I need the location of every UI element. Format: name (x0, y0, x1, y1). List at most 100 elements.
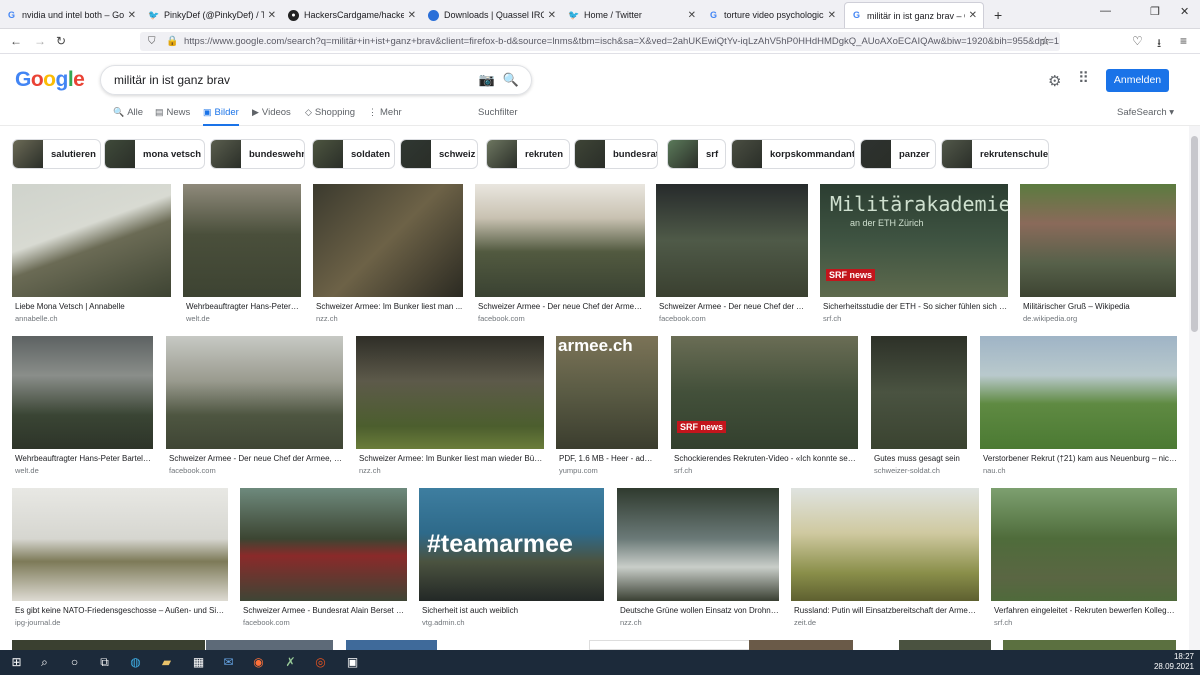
result-source[interactable]: ipg-journal.de (15, 618, 60, 627)
app-icon[interactable]: ✗ (282, 654, 299, 671)
result-source[interactable]: srf.ch (823, 314, 841, 323)
result-source[interactable]: welt.de (186, 314, 210, 323)
result-source[interactable]: yumpu.com (559, 466, 598, 475)
result-source[interactable]: srf.ch (994, 618, 1012, 627)
image-result[interactable]: Russland: Putin will Einsatzbereitschaft… (791, 488, 979, 641)
result-title[interactable]: PDF, 1.6 MB - Heer - admin... (559, 454, 658, 463)
result-thumbnail[interactable] (980, 336, 1177, 449)
search-icon[interactable]: ⌕ (36, 654, 53, 671)
task-view-icon[interactable]: ⧉ (96, 654, 113, 671)
image-result[interactable]: Schweizer Armee: Im Bunker liest man wie… (356, 336, 544, 489)
image-result[interactable]: Liebe Mona Vetsch | Annabelle annabelle.c… (12, 184, 171, 337)
result-title[interactable]: Sicherheit ist auch weiblich (422, 606, 604, 615)
result-thumbnail[interactable] (12, 184, 171, 297)
result-title[interactable]: Wehrbeauftragter Hans-Peter Bartels ... (186, 302, 301, 311)
result-title[interactable]: Verfahren eingeleitet - Rekruten bewerfe… (994, 606, 1177, 615)
result-source[interactable]: facebook.com (169, 466, 216, 475)
image-result[interactable]: Es gibt keine NATO-Friedensgeschosse – A… (12, 488, 228, 641)
edge-icon[interactable]: ◍ (127, 654, 144, 671)
result-source[interactable]: facebook.com (478, 314, 525, 323)
image-result[interactable]: #teamarmee Sicherheit ist auch weiblich vt… (419, 488, 604, 641)
ubuntu-icon[interactable]: ◎ (312, 654, 329, 671)
result-source[interactable]: annabelle.ch (15, 314, 58, 323)
result-title[interactable]: Es gibt keine NATO-Friedensgeschosse – A… (15, 606, 228, 615)
result-thumbnail[interactable] (1020, 184, 1176, 297)
result-title[interactable]: Verstorbener Rekrut (†21) kam aus Neuenb… (983, 454, 1177, 463)
result-title[interactable]: Schweizer Armee: Im Bunker liest man wie… (359, 454, 544, 463)
result-source[interactable]: nau.ch (983, 466, 1006, 475)
result-source[interactable]: nzz.ch (620, 618, 642, 627)
result-thumbnail[interactable]: Militärakademie an der ETH Zürich SRF news (820, 184, 1008, 297)
result-source[interactable]: nzz.ch (316, 314, 338, 323)
image-result[interactable]: Schweizer Armee - Bundesrat Alain Berset… (240, 488, 407, 641)
result-thumbnail[interactable] (240, 488, 407, 601)
result-title[interactable]: Russland: Putin will Einsatzbereitschaft… (794, 606, 979, 615)
result-thumbnail[interactable] (313, 184, 463, 297)
image-result[interactable]: Schweizer Armee - Der neue Chef der Arme… (166, 336, 343, 489)
result-title[interactable]: Liebe Mona Vetsch | Annabelle (15, 302, 171, 311)
result-title[interactable]: Schweizer Armee - Der neue Chef der Arme… (169, 454, 343, 463)
result-source[interactable]: facebook.com (243, 618, 290, 627)
result-thumbnail[interactable] (166, 336, 343, 449)
result-title[interactable]: Wehrbeauftragter Hans-Peter Bartels: ... (15, 454, 153, 463)
windows-start-icon[interactable]: ⊞ (8, 654, 25, 671)
result-source[interactable]: de.wikipedia.org (1023, 314, 1077, 323)
image-result[interactable]: Schweizer Armee: Im Bunker liest man ...… (313, 184, 463, 337)
image-result[interactable]: Verfahren eingeleitet - Rekruten bewerfe… (991, 488, 1177, 641)
image-result[interactable]: Militärakademie an der ETH Zürich SRF news… (820, 184, 1008, 337)
result-title[interactable]: Militärischer Gruß – Wikipedia (1023, 302, 1176, 311)
image-result[interactable]: Verstorbener Rekrut (†21) kam aus Neuenb… (980, 336, 1177, 489)
image-result[interactable]: Gutes muss gesagt sein schweizer-soldat.c… (871, 336, 967, 489)
result-thumbnail[interactable]: SRF news (671, 336, 858, 449)
result-thumbnail[interactable] (346, 640, 437, 650)
scrollbar-thumb[interactable] (1191, 136, 1198, 332)
result-title[interactable]: Schweizer Armee: Im Bunker liest man ... (316, 302, 463, 311)
result-thumbnail[interactable] (1003, 640, 1176, 650)
result-thumbnail[interactable] (12, 488, 228, 601)
result-thumbnail[interactable] (871, 336, 967, 449)
result-source[interactable]: welt.de (15, 466, 39, 475)
store-icon[interactable]: ▦ (190, 654, 207, 671)
result-source[interactable]: srf.ch (674, 466, 692, 475)
result-title[interactable]: Deutsche Grüne wollen Einsatz von Drohne… (620, 606, 779, 615)
result-thumbnail[interactable]: #teamarmee (419, 488, 604, 601)
result-thumbnail[interactable]: armee.ch (556, 336, 658, 449)
scrollbar[interactable] (1189, 126, 1200, 650)
image-result[interactable]: Schweizer Armee - Der neue Chef der Arme… (475, 184, 645, 337)
image-result[interactable]: Schweizer Armee - Der neue Chef der Arme… (656, 184, 808, 337)
firefox-icon[interactable]: ◉ (250, 654, 267, 671)
result-thumbnail[interactable] (791, 488, 979, 601)
result-thumbnail[interactable] (589, 640, 755, 650)
result-source[interactable]: facebook.com (659, 314, 706, 323)
result-thumbnail[interactable] (991, 488, 1177, 601)
mail-icon[interactable]: ✉ (220, 654, 237, 671)
image-result[interactable]: armee.ch PDF, 1.6 MB - Heer - admin... yum… (556, 336, 658, 489)
result-thumbnail[interactable] (617, 488, 779, 601)
image-result[interactable]: SRF news Schockierendes Rekruten-Video - … (671, 336, 858, 489)
taskbar-clock[interactable]: 18:27 28.09.2021 (1154, 652, 1194, 672)
result-thumbnail[interactable] (749, 640, 853, 650)
image-result[interactable]: Deutsche Grüne wollen Einsatz von Drohne… (617, 488, 779, 641)
result-thumbnail[interactable] (899, 640, 991, 650)
result-thumbnail[interactable] (183, 184, 301, 297)
result-source[interactable]: vtg.admin.ch (422, 618, 465, 627)
result-thumbnail[interactable] (12, 336, 153, 449)
result-thumbnail[interactable] (475, 184, 645, 297)
result-title[interactable]: Schweizer Armee - Der neue Chef der Arme… (659, 302, 808, 311)
cortana-icon[interactable]: ○ (66, 654, 83, 671)
result-source[interactable]: schweizer-soldat.ch (874, 466, 940, 475)
app-window-icon[interactable]: ▣ (344, 654, 361, 671)
image-result[interactable]: Wehrbeauftragter Hans-Peter Bartels: ...… (12, 336, 153, 489)
result-source[interactable]: zeit.de (794, 618, 816, 627)
image-result[interactable]: Wehrbeauftragter Hans-Peter Bartels ... w… (183, 184, 301, 337)
image-result[interactable]: Militärischer Gruß – Wikipedia de.wikiped… (1020, 184, 1176, 337)
result-thumbnail[interactable] (206, 640, 333, 650)
result-title[interactable]: Schweizer Armee - Der neue Chef der Arme… (478, 302, 645, 311)
file-explorer-icon[interactable]: ▰ (158, 654, 175, 671)
result-thumbnail[interactable] (656, 184, 808, 297)
result-title[interactable]: Sicherheitsstudie der ETH - So sicher fü… (823, 302, 1008, 311)
result-title[interactable]: Gutes muss gesagt sein (874, 454, 967, 463)
result-thumbnail[interactable] (356, 336, 544, 449)
result-source[interactable]: nzz.ch (359, 466, 381, 475)
result-title[interactable]: Schockierendes Rekruten-Video - «Ich kon… (674, 454, 858, 463)
